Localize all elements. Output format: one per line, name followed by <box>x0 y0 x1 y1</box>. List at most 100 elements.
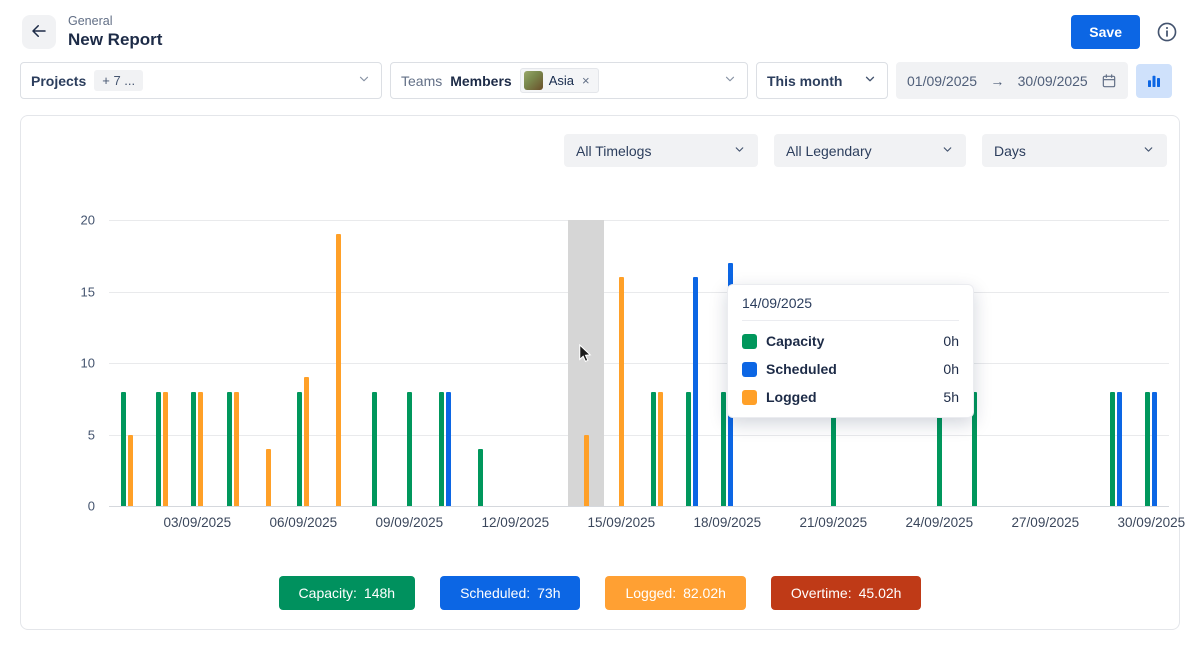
legend-filter-select[interactable]: All Legendary <box>774 134 966 167</box>
bar-logged-14/09/2025[interactable] <box>584 435 589 507</box>
tooltip-row-value: 0h <box>943 361 959 377</box>
bar-scheduled-17/09/2025[interactable] <box>693 277 698 506</box>
total-badge-label: Overtime: <box>791 585 852 601</box>
chevron-down-icon <box>733 143 746 159</box>
x-axis-tick: 06/09/2025 <box>270 515 338 530</box>
total-badge-value: 73h <box>537 585 560 601</box>
save-button[interactable]: Save <box>1071 15 1140 49</box>
bar-capacity-02/09/2025[interactable] <box>156 392 161 506</box>
projects-filter[interactable]: Projects + 7 ... <box>20 62 382 99</box>
date-range-arrow-icon: → <box>990 73 1004 89</box>
teams-tab[interactable]: Teams <box>401 73 442 89</box>
bar-scheduled-29/09/2025[interactable] <box>1117 392 1122 506</box>
date-range-start[interactable]: 01/09/2025 <box>907 73 977 89</box>
bar-logged-05/09/2025[interactable] <box>266 449 271 506</box>
remove-tag-icon[interactable]: × <box>580 73 592 88</box>
bar-capacity-08/09/2025[interactable] <box>372 392 377 506</box>
tooltip-row-logged: Logged5h <box>742 389 959 405</box>
bar-logged-04/09/2025[interactable] <box>234 392 239 506</box>
granularity-select-value: Days <box>994 143 1026 159</box>
bar-scheduled-10/09/2025[interactable] <box>446 392 451 506</box>
date-range-picker[interactable]: 01/09/2025 → 30/09/2025 <box>896 62 1128 99</box>
tooltip-row-label: Capacity <box>766 333 824 349</box>
bar-capacity-18/09/2025[interactable] <box>721 392 726 506</box>
bar-capacity-29/09/2025[interactable] <box>1110 392 1115 506</box>
back-button[interactable] <box>22 15 56 49</box>
chart-tooltip: 14/09/2025 Capacity 0h Scheduled 0h Logged5h <box>727 284 974 418</box>
page-title: New Report <box>68 30 162 50</box>
y-axis-tick: 5 <box>88 427 95 442</box>
total-badge-label: Capacity: <box>299 585 357 601</box>
bar-capacity-16/09/2025[interactable] <box>651 392 656 506</box>
y-axis-tick: 20 <box>81 213 95 228</box>
x-axis-tick: 03/09/2025 <box>164 515 232 530</box>
bar-logged-07/09/2025[interactable] <box>336 234 341 506</box>
x-axis-tick: 27/09/2025 <box>1012 515 1080 530</box>
bar-capacity-01/09/2025[interactable] <box>121 392 126 506</box>
calendar-icon <box>1101 73 1117 89</box>
tooltip-row-scheduled: Scheduled 0h <box>742 361 959 377</box>
bar-logged-03/09/2025[interactable] <box>198 392 203 506</box>
totals-row: Capacity:148h Scheduled:73h Logged:82.02h O… <box>21 576 1179 610</box>
bar-logged-15/09/2025[interactable] <box>619 277 624 506</box>
x-axis-tick: 09/09/2025 <box>376 515 444 530</box>
gridline <box>109 506 1169 507</box>
bar-scheduled-30/09/2025[interactable] <box>1152 392 1157 506</box>
projects-more-chip[interactable]: + 7 ... <box>94 70 143 91</box>
bar-logged-06/09/2025[interactable] <box>304 377 309 506</box>
x-axis-tick: 18/09/2025 <box>694 515 762 530</box>
bar-capacity-11/09/2025[interactable] <box>478 449 483 506</box>
bar-capacity-06/09/2025[interactable] <box>297 392 302 506</box>
info-icon[interactable] <box>1156 21 1178 43</box>
breadcrumb: General <box>68 14 162 28</box>
chart-view-button[interactable] <box>1136 64 1172 98</box>
date-range-end[interactable]: 30/09/2025 <box>1018 73 1088 89</box>
chevron-down-icon <box>941 143 954 159</box>
period-select[interactable]: This month <box>756 62 888 99</box>
tooltip-rows: Capacity 0h Scheduled 0h Logged5h <box>742 333 959 405</box>
granularity-select[interactable]: Days <box>982 134 1167 167</box>
bar-logged-01/09/2025[interactable] <box>128 435 133 507</box>
chevron-down-icon <box>357 72 371 89</box>
filter-bar: Projects + 7 ... Teams Members Asia × Th… <box>0 60 1200 109</box>
back-arrow-icon <box>30 22 48 43</box>
period-select-value: This month <box>767 73 842 89</box>
bar-chart-icon <box>1145 72 1163 90</box>
bar-logged-16/09/2025[interactable] <box>658 392 663 506</box>
x-axis-tick: 12/09/2025 <box>482 515 550 530</box>
bar-capacity-17/09/2025[interactable] <box>686 392 691 506</box>
plot-area: 14/09/2025 Capacity 0h Scheduled 0h Logged5h… <box>109 220 1169 506</box>
y-axis-tick: 15 <box>81 284 95 299</box>
bar-capacity-10/09/2025[interactable] <box>439 392 444 506</box>
projects-filter-label: Projects <box>31 73 86 89</box>
gridline <box>109 363 1169 364</box>
legend-filter-value: All Legendary <box>786 143 872 159</box>
tooltip-row-label: Scheduled <box>766 361 837 377</box>
x-axis-tick: 30/09/2025 <box>1118 515 1186 530</box>
bar-capacity-04/09/2025[interactable] <box>227 392 232 506</box>
selected-member-tag[interactable]: Asia × <box>520 68 599 93</box>
chevron-down-icon <box>723 72 737 89</box>
members-tab[interactable]: Members <box>450 73 511 89</box>
member-avatar <box>524 71 543 90</box>
bar-capacity-03/09/2025[interactable] <box>191 392 196 506</box>
total-badge-overtime[interactable]: Overtime: 45.02h <box>771 576 922 610</box>
bar-capacity-30/09/2025[interactable] <box>1145 392 1150 506</box>
mouse-cursor-icon <box>575 344 594 368</box>
timelogs-select-value: All Timelogs <box>576 143 651 159</box>
total-badge-value: 45.02h <box>859 585 902 601</box>
total-badge-capacity[interactable]: Capacity:148h <box>279 576 416 610</box>
total-badge-logged[interactable]: Logged:82.02h <box>605 576 745 610</box>
tooltip-row-value: 5h <box>943 389 959 405</box>
tooltip-date: 14/09/2025 <box>742 295 959 321</box>
gridline <box>109 220 1169 221</box>
bar-logged-02/09/2025[interactable] <box>163 392 168 506</box>
header: General New Report Save <box>0 0 1200 60</box>
tooltip-row-capacity: Capacity 0h <box>742 333 959 349</box>
total-badge-scheduled[interactable]: Scheduled:73h <box>440 576 580 610</box>
timelogs-select[interactable]: All Timelogs <box>564 134 758 167</box>
tooltip-row-value: 0h <box>943 333 959 349</box>
team-members-filter[interactable]: Teams Members Asia × <box>390 62 748 99</box>
y-axis-tick: 0 <box>88 499 95 514</box>
bar-capacity-09/09/2025[interactable] <box>407 392 412 506</box>
